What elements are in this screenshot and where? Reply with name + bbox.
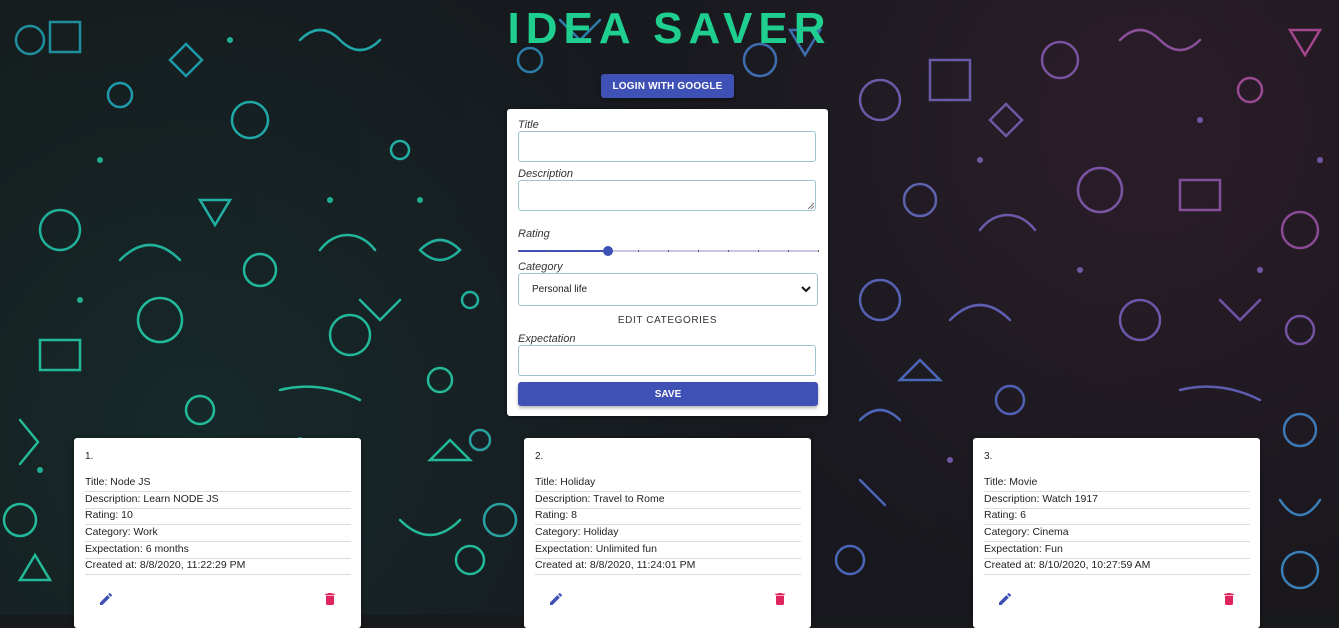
idea-expectation: Expectation: 6 months [85, 543, 351, 559]
category-select[interactable]: Personal life [518, 273, 818, 306]
idea-rating: Rating: 6 [984, 509, 1250, 525]
app-title: IDEA SAVER [507, 4, 832, 53]
idea-expectation: Expectation: Fun [984, 543, 1250, 559]
idea-card: 2. Title: Holiday Description: Travel to… [524, 438, 811, 628]
rating-slider-tick [668, 250, 669, 252]
rating-slider-fill [518, 250, 608, 252]
idea-description: Description: Watch 1917 [984, 493, 1250, 509]
idea-rating: Rating: 10 [85, 509, 351, 525]
rating-slider-tick [578, 250, 579, 252]
idea-description: Description: Travel to Rome [535, 493, 801, 509]
idea-created-at: Created at: 8/8/2020, 11:24:01 PM [535, 559, 801, 575]
rating-slider-tick [698, 250, 699, 252]
idea-card: 1. Title: Node JS Description: Learn NOD… [74, 438, 361, 628]
idea-created-at: Created at: 8/8/2020, 11:22:29 PM [85, 559, 351, 575]
trash-icon[interactable] [772, 591, 788, 607]
edit-categories-button[interactable]: EDIT CATEGORIES [507, 315, 828, 326]
description-label: Description [518, 168, 574, 180]
rating-slider-tick [518, 250, 519, 252]
category-selected-value: Personal life [532, 284, 588, 295]
trash-icon[interactable] [322, 591, 338, 607]
rating-slider-tick [548, 250, 549, 252]
idea-description: Description: Learn NODE JS [85, 493, 351, 509]
category-label: Category [518, 261, 563, 273]
expectation-input[interactable] [518, 345, 816, 376]
trash-icon[interactable] [1221, 591, 1237, 607]
idea-category: Category: Holiday [535, 526, 801, 542]
title-label: Title [518, 119, 539, 131]
idea-category: Category: Cinema [984, 526, 1250, 542]
idea-card: 3. Title: Movie Description: Watch 1917 … [973, 438, 1260, 628]
rating-label: Rating [518, 228, 550, 240]
rating-slider-tick [638, 250, 639, 252]
idea-title: Title: Holiday [535, 476, 801, 492]
rating-slider-tick [758, 250, 759, 252]
expectation-label: Expectation [518, 333, 576, 345]
chevron-down-icon [801, 286, 811, 293]
pencil-icon[interactable] [98, 591, 114, 607]
idea-rating: Rating: 8 [535, 509, 801, 525]
resize-handle-icon[interactable] [807, 202, 814, 209]
save-button[interactable]: SAVE [518, 382, 818, 406]
rating-slider-tick [788, 250, 789, 252]
idea-title: Title: Movie [984, 476, 1250, 492]
login-with-google-button[interactable]: LOGIN WITH GOOGLE [601, 74, 734, 98]
idea-category: Category: Work [85, 526, 351, 542]
idea-expectation: Expectation: Unlimited fun [535, 543, 801, 559]
idea-created-at: Created at: 8/10/2020, 10:27:59 AM [984, 559, 1250, 575]
rating-slider-tick [818, 250, 819, 252]
rating-slider-thumb[interactable] [603, 246, 613, 256]
pencil-icon[interactable] [997, 591, 1013, 607]
idea-number: 3. [984, 451, 993, 462]
idea-number: 2. [535, 451, 544, 462]
rating-slider-tick [728, 250, 729, 252]
title-input[interactable] [518, 131, 816, 162]
idea-form: Title Description Rating Category Person… [507, 109, 828, 416]
pencil-icon[interactable] [548, 591, 564, 607]
idea-title: Title: Node JS [85, 476, 351, 492]
idea-number: 1. [85, 451, 94, 462]
description-textarea[interactable] [518, 180, 816, 211]
